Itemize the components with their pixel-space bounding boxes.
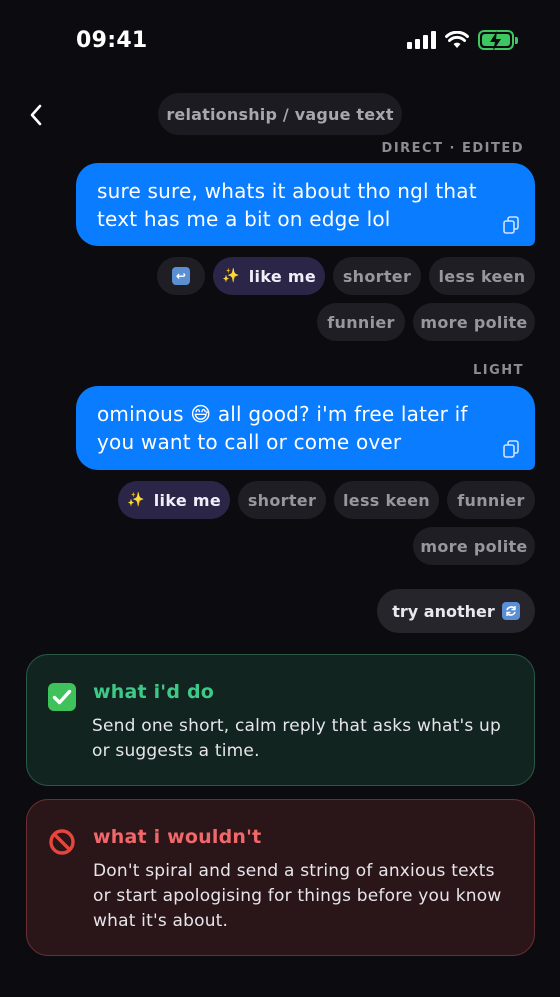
sparkle-icon: ✨ [127,492,145,508]
chip-funnier[interactable]: funnier [317,303,405,341]
screen: 09:41 relationship / vague text DIRECT ·… [0,0,560,997]
advice-do-card: what i'd do Send one short, calm reply t… [26,654,535,786]
advice-do-text: Send one short, calm reply that asks wha… [92,716,502,761]
try-another-label: try another [392,601,495,621]
chip-label: shorter [342,266,412,286]
signal-icon [407,31,436,49]
chip-like-me[interactable]: ✨ like me [213,257,325,295]
chip-label: shorter [247,490,317,510]
chip-label: less keen [438,266,526,286]
undo-chip[interactable]: ↩ [157,257,205,295]
back-button[interactable] [22,98,50,132]
reply-text: sure sure, whats it about tho ngl that t… [97,179,477,231]
chip-less-keen[interactable]: less keen [334,481,439,519]
page-title: relationship / vague text [158,93,402,135]
chip-less-keen[interactable]: less keen [429,257,535,295]
undo-icon: ↩ [172,267,190,285]
chip-like-me[interactable]: ✨ like me [118,481,230,519]
advice-do-title: what i'd do [93,681,214,703]
chip-label: funnier [457,490,525,510]
reply-text: ominous 😅 all good? i'm free later if yo… [97,402,468,454]
refresh-icon [501,602,520,620]
chip-funnier[interactable]: funnier [447,481,535,519]
advice-dont-text: Don't spiral and send a string of anxiou… [93,861,502,931]
status-icons [407,30,518,51]
chip-shorter[interactable]: shorter [333,257,421,295]
advice-dont-title: what i wouldn't [93,826,262,848]
sparkle-icon: ✨ [222,268,240,284]
chip-label: like me [248,266,316,286]
chevron-left-icon [30,104,42,126]
chip-more-polite[interactable]: more polite [413,303,535,341]
reply-style-label: DIRECT · EDITED [381,141,524,156]
advice-dont-card: what i wouldn't Don't spiral and send a … [26,799,535,956]
wifi-icon [445,31,469,48]
chip-shorter[interactable]: shorter [238,481,326,519]
try-another-button[interactable]: try another [377,589,535,633]
prohibited-icon [49,829,75,855]
check-mark-icon [48,683,76,711]
copy-icon[interactable] [503,216,519,234]
chip-label: funnier [327,312,395,332]
reply-bubble[interactable]: ominous 😅 all good? i'm free later if yo… [76,386,535,470]
reply-style-label: LIGHT [472,363,524,378]
chip-label: less keen [343,490,430,510]
status-time: 09:41 [76,28,148,53]
reply-bubble[interactable]: sure sure, whats it about tho ngl that t… [76,163,535,246]
chip-label: like me [153,490,221,510]
copy-icon[interactable] [503,440,519,458]
chip-label: more polite [420,536,528,556]
chip-more-polite[interactable]: more polite [413,527,535,565]
battery-icon [478,30,518,51]
chip-label: more polite [420,312,528,332]
